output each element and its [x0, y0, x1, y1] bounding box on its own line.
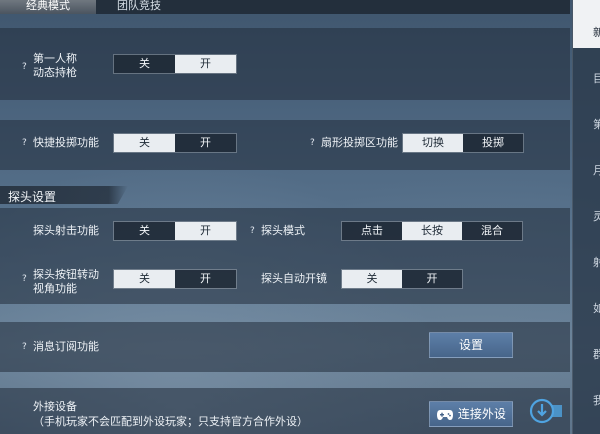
download-logo-icon: [529, 398, 562, 424]
option-hold[interactable]: 长按: [402, 222, 462, 240]
section-header-peek: 探头设置: [0, 186, 128, 204]
help-icon[interactable]: ?: [22, 62, 27, 72]
option-off[interactable]: 关: [114, 55, 175, 73]
fan-throw-toggle[interactable]: 切换 投掷: [402, 133, 524, 153]
tab-team-deathmatch[interactable]: 团队竞技: [96, 0, 182, 14]
connect-external-label: 连接外设: [457, 407, 506, 421]
option-switch[interactable]: 切换: [403, 134, 463, 152]
first-person-label-line1: 第一人称: [33, 52, 77, 65]
settings-panel-subscription: ? 消息订阅功能 设置: [0, 322, 570, 372]
option-throw[interactable]: 投掷: [463, 134, 523, 152]
right-menu-item[interactable]: 月: [593, 162, 600, 178]
right-side-menu: 新 目 第 月 灵 射 如 群 我: [572, 0, 600, 434]
gamepad-icon: [437, 409, 454, 420]
help-icon[interactable]: ?: [22, 138, 27, 148]
option-on[interactable]: 开: [175, 222, 236, 240]
right-menu-item[interactable]: 第: [593, 116, 600, 132]
subscription-label: 消息订阅功能: [33, 340, 99, 353]
peek-fire-label: 探头射击功能: [33, 224, 99, 237]
external-note: （手机玩家不会匹配到外设玩家；只支持官方合作外设）: [33, 415, 308, 428]
connect-external-button[interactable]: 连接外设: [429, 401, 513, 427]
option-off[interactable]: 关: [114, 134, 175, 152]
first-person-label-line2: 动态持枪: [33, 66, 77, 79]
subscription-settings-button[interactable]: 设置: [429, 332, 513, 358]
peek-turn-label-line1: 探头按钮转动: [33, 268, 99, 281]
help-icon[interactable]: ?: [22, 274, 27, 284]
tab-bar: 经典模式 团队竞技: [0, 0, 570, 14]
settings-panel-external: 外接设备 （手机玩家不会匹配到外设玩家；只支持官方合作外设） 连接外设: [0, 388, 570, 434]
quick-throw-label: 快捷投掷功能: [33, 136, 99, 149]
right-menu-item[interactable]: 如: [593, 300, 600, 316]
option-on[interactable]: 开: [175, 270, 236, 288]
option-on[interactable]: 开: [175, 134, 236, 152]
section-title: 探头设置: [8, 190, 57, 204]
help-icon[interactable]: ?: [22, 342, 27, 352]
right-menu-item[interactable]: 射: [593, 254, 600, 270]
option-off[interactable]: 关: [114, 222, 175, 240]
help-icon[interactable]: ?: [310, 138, 315, 148]
fan-throw-label: 扇形投掷区功能: [321, 136, 398, 149]
peek-turn-label-line2: 视角功能: [33, 282, 77, 295]
peek-turn-toggle[interactable]: 关 开: [113, 269, 237, 289]
settings-panel-first-person: ? 第一人称 动态持枪 关 开: [0, 28, 570, 100]
peek-fire-toggle[interactable]: 关 开: [113, 221, 237, 241]
settings-panel-peek: 探头射击功能 关 开 ? 探头模式 点击 长按 混合 ? 探头按钮转动 视角功能…: [0, 208, 570, 304]
right-menu-item[interactable]: 灵: [593, 208, 600, 224]
peek-mode-selector[interactable]: 点击 长按 混合: [341, 221, 523, 241]
right-menu-item[interactable]: 群: [593, 346, 600, 362]
option-off[interactable]: 关: [114, 270, 175, 288]
right-menu-item[interactable]: 新: [593, 24, 600, 40]
right-menu-item[interactable]: 我: [593, 392, 600, 408]
option-off[interactable]: 关: [342, 270, 402, 288]
option-on[interactable]: 开: [402, 270, 462, 288]
external-title: 外接设备: [33, 400, 77, 413]
peek-scope-label: 探头自动开镜: [261, 272, 327, 285]
option-on[interactable]: 开: [175, 55, 236, 73]
tab-classic-mode[interactable]: 经典模式: [0, 0, 96, 14]
peek-mode-label: 探头模式: [261, 224, 305, 237]
option-tap[interactable]: 点击: [342, 222, 402, 240]
peek-scope-toggle[interactable]: 关 开: [341, 269, 463, 289]
quick-throw-toggle[interactable]: 关 开: [113, 133, 237, 153]
right-menu-item[interactable]: 目: [593, 70, 600, 86]
option-mixed[interactable]: 混合: [462, 222, 522, 240]
help-icon[interactable]: ?: [250, 226, 255, 236]
settings-panel-throw: ? 快捷投掷功能 关 开 ? 扇形投掷区功能 切换 投掷: [0, 120, 570, 170]
first-person-toggle[interactable]: 关 开: [113, 54, 237, 74]
